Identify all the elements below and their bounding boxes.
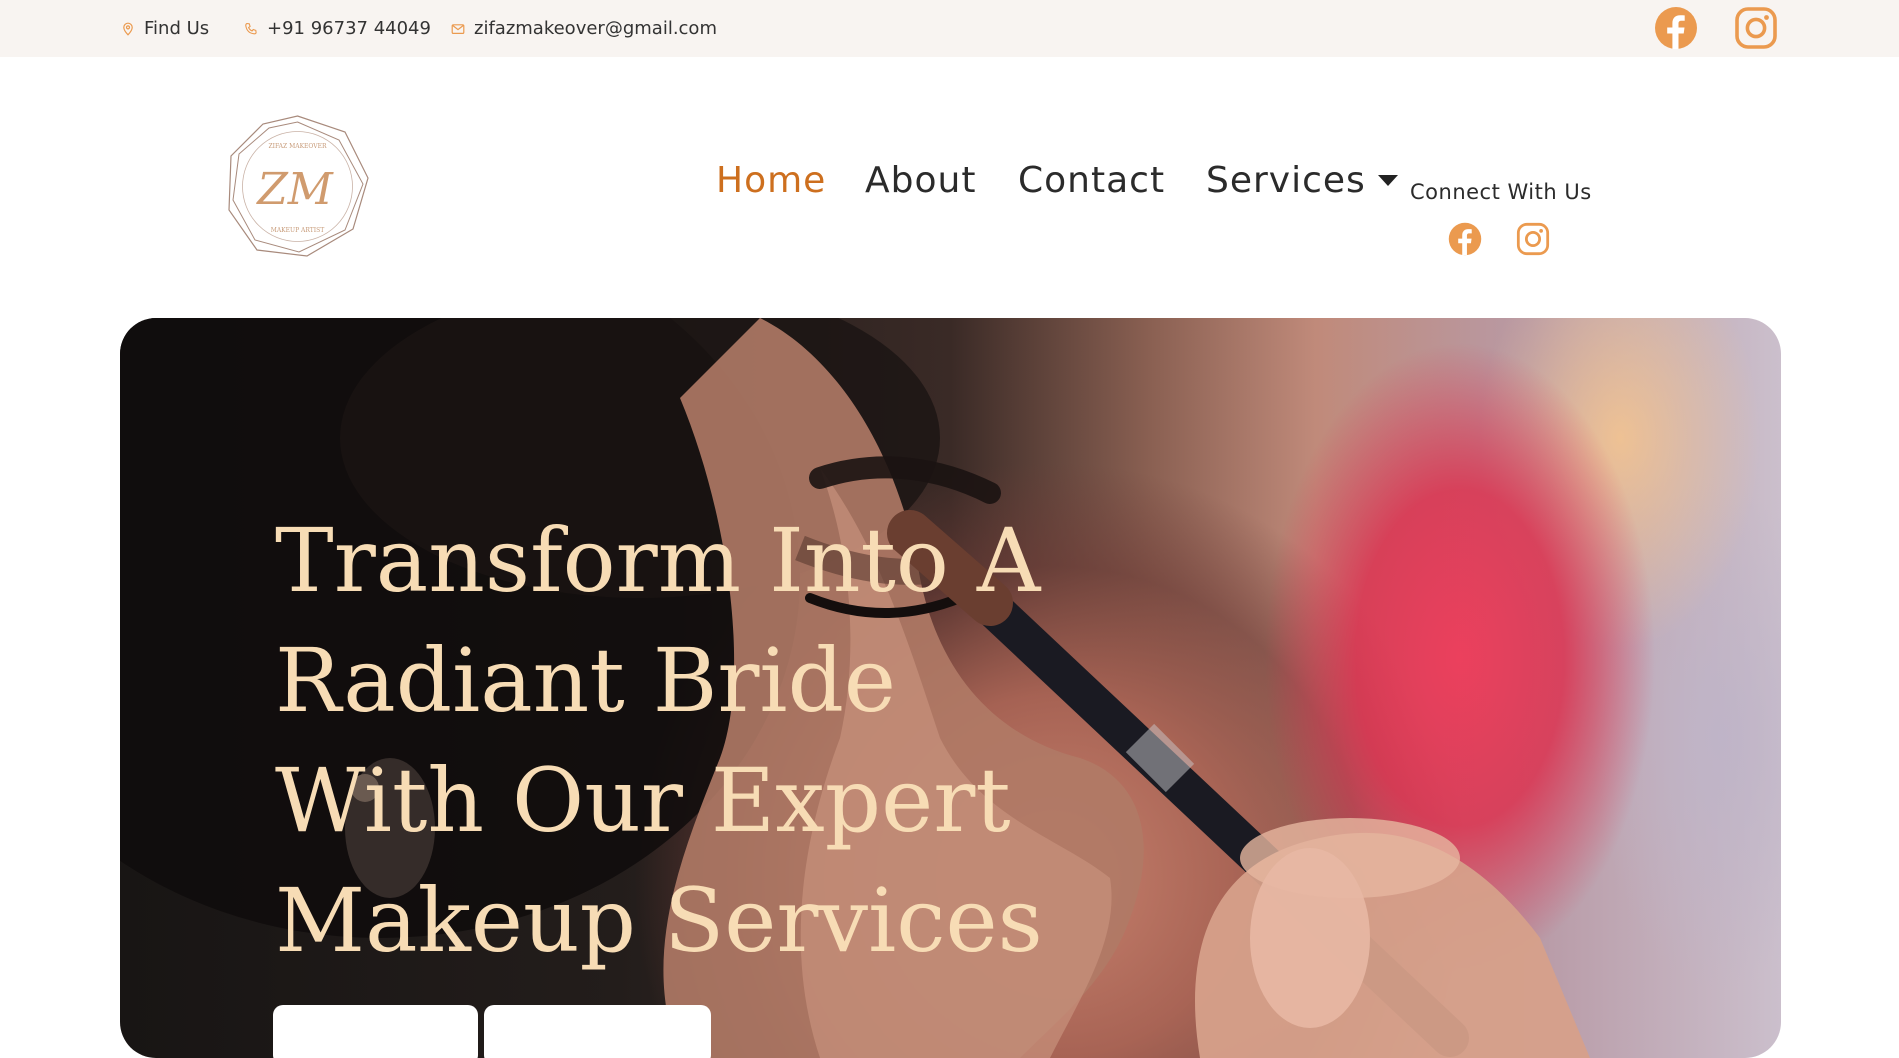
connect-with-us-label: Connect With Us xyxy=(1410,180,1592,204)
nav-services-label: Services xyxy=(1206,160,1366,201)
brand-logo[interactable]: ZIFAZ MAKEOVER MAKEUP ARTIST ZM xyxy=(225,114,370,259)
nav-home[interactable]: Home xyxy=(716,160,826,201)
nav-services-dropdown[interactable]: Services xyxy=(1206,160,1398,201)
mail-icon xyxy=(451,23,465,34)
find-us-label: Find Us xyxy=(144,18,210,39)
email-link[interactable]: zifazmakeover@gmail.com xyxy=(451,0,717,57)
hero-primary-button[interactable] xyxy=(273,1005,478,1058)
instagram-icon[interactable] xyxy=(1734,6,1778,50)
hero-banner: Transform Into A Radiant Bride With Our … xyxy=(120,318,1781,1058)
facebook-icon[interactable] xyxy=(1654,6,1698,50)
phone-number: +91 96737 44049 xyxy=(267,18,431,39)
location-pin-icon xyxy=(123,22,133,36)
hero-title: Transform Into A Radiant Bride With Our … xyxy=(275,509,1043,972)
logo-ring-text-bottom: MAKEUP ARTIST xyxy=(271,227,325,234)
phone-icon xyxy=(245,22,257,34)
instagram-icon[interactable] xyxy=(1516,222,1550,256)
hero-secondary-button[interactable] xyxy=(484,1005,711,1058)
caret-down-icon xyxy=(1377,175,1398,186)
nav-about[interactable]: About xyxy=(865,160,976,201)
logo-monogram: ZM xyxy=(255,164,334,215)
phone-link[interactable]: +91 96737 44049 xyxy=(244,0,431,57)
email-address: zifazmakeover@gmail.com xyxy=(474,18,717,39)
find-us-link[interactable]: Find Us xyxy=(121,0,209,57)
nav-contact[interactable]: Contact xyxy=(1018,160,1165,201)
facebook-icon[interactable] xyxy=(1448,222,1482,256)
logo-ring-text-top: ZIFAZ MAKEOVER xyxy=(269,143,327,150)
top-contact-bar: Find Us +91 96737 44049 zifazmakeover@gm… xyxy=(0,0,1899,57)
